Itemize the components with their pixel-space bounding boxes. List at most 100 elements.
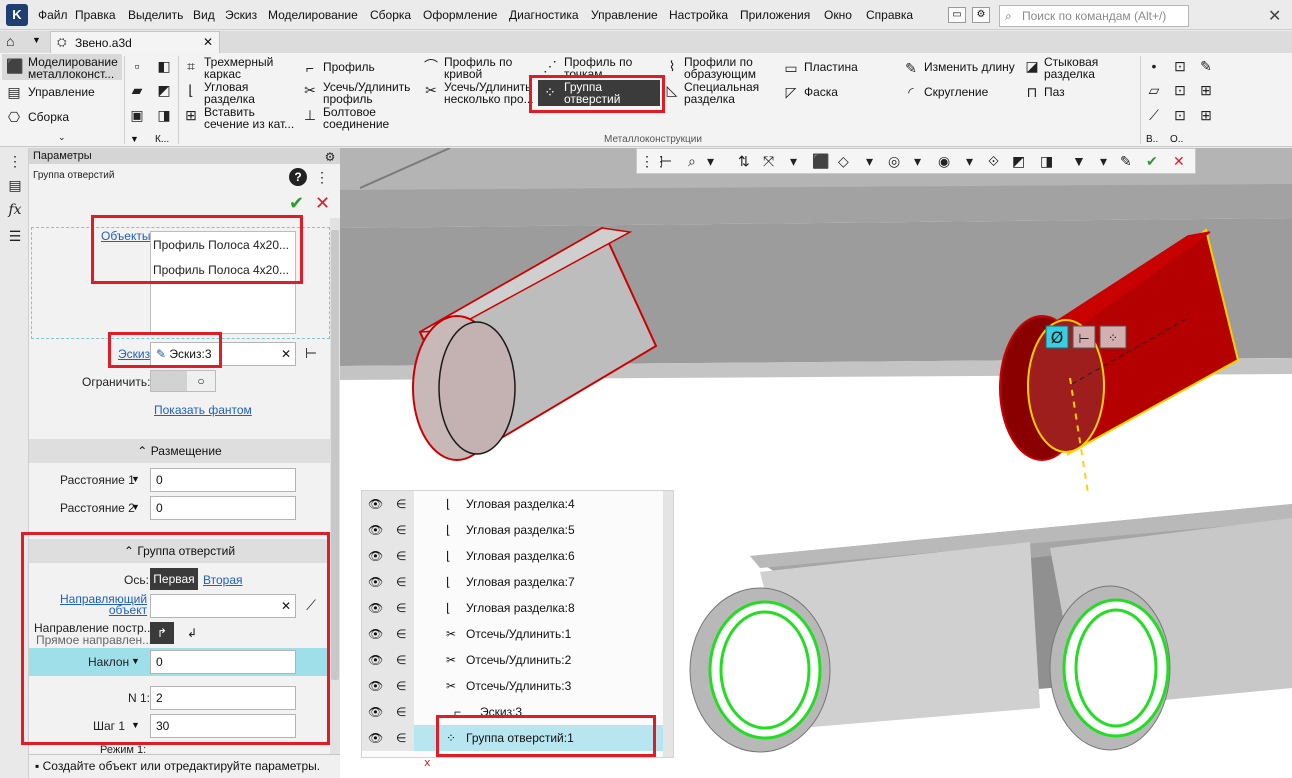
btn-trim-extend-multiple[interactable]: Усечь/Удлинить несколько про... [444, 81, 534, 105]
placement-section-header[interactable]: ⌃ Размещение [29, 439, 330, 463]
close-window-icon[interactable]: ✕ [1268, 6, 1281, 26]
tree-item[interactable]: 👁 ∈ ⌊ Угловая разделка:5 [362, 517, 663, 543]
layers-icon[interactable]: ☰ [7, 228, 23, 244]
view-icon-1[interactable]: ⊡ [1172, 58, 1188, 74]
visibility-eye-icon[interactable]: 👁 [368, 699, 383, 725]
kompas-logo-icon[interactable]: K [6, 4, 28, 26]
hide-dropdown-icon[interactable]: ▾ [914, 151, 921, 171]
menu-item[interactable]: Оформление [423, 8, 497, 22]
open-folder-icon[interactable]: ▰ [129, 82, 145, 98]
relation-icon[interactable]: ∈ [396, 699, 406, 725]
menu-item[interactable]: Выделить [128, 8, 183, 22]
show-icon[interactable]: ◉ [938, 151, 950, 171]
tree-scrollbar[interactable] [663, 491, 673, 757]
relation-icon[interactable]: ∈ [396, 647, 406, 673]
window-settings-icon[interactable]: ⚙ [972, 7, 990, 23]
panel-settings-gear-icon[interactable]: ⚙ [322, 149, 338, 165]
move-view-icon[interactable]: ⇅ [738, 151, 750, 171]
window-restore-icon[interactable]: ▭ [948, 7, 966, 23]
tree-item[interactable]: 👁 ∈ ✂ Отсечь/Удлинить:2 [362, 647, 663, 673]
show-dropdown-icon[interactable]: ▾ [966, 151, 973, 171]
mode-metal-structures[interactable]: Моделирование металлоконст... [28, 56, 118, 80]
variables-fx-icon[interactable]: fx [7, 202, 23, 218]
edit-icon-2[interactable]: ⊞ [1198, 82, 1214, 98]
tree-item[interactable]: 👁 ∈ ⌊ Угловая разделка:4 [362, 491, 663, 517]
shaded-view-icon[interactable]: ⬛ [812, 151, 829, 171]
axis-icon[interactable]: ⟋ [1146, 107, 1162, 123]
coordinate-system-icon[interactable]: ⊢ [660, 151, 672, 171]
visibility-eye-icon[interactable]: 👁 [368, 517, 383, 543]
edit-icon-3[interactable]: ⊞ [1198, 107, 1214, 123]
wireframe-icon[interactable]: ◇ [838, 151, 849, 171]
menu-item[interactable]: Приложения [740, 8, 810, 22]
relation-icon[interactable]: ∈ [396, 595, 406, 621]
btn-profile[interactable]: Профиль [323, 61, 375, 73]
file-group-chevron-icon[interactable]: ▼ [130, 134, 139, 144]
tree-view-icon[interactable]: ⋮ [314, 169, 330, 185]
relation-icon[interactable]: ∈ [396, 569, 406, 595]
document-tab[interactable]: ⛭ Звено.a3d ✕ [50, 31, 220, 53]
menu-item[interactable]: Диагностика [509, 8, 579, 22]
zoom-icon[interactable]: ⌕ [688, 151, 696, 171]
tree-panel-icon[interactable]: ⋮ [7, 153, 23, 169]
parameters-panel-icon[interactable]: ▤ [7, 177, 23, 193]
settings-sketch-icon[interactable]: ◩ [156, 82, 172, 98]
save-icon[interactable]: ▣ [129, 107, 145, 123]
relation-icon[interactable]: ∈ [396, 543, 406, 569]
distance1-dropdown-icon[interactable]: ▼ [131, 474, 140, 484]
relation-icon[interactable]: ∈ [396, 673, 406, 699]
properties-icon[interactable]: ◨ [1040, 151, 1053, 171]
display-dropdown-icon[interactable]: ▾ [866, 151, 873, 171]
apply-checkmark-icon[interactable]: ✔ [289, 193, 304, 214]
distance2-input[interactable]: 0 [150, 496, 296, 520]
plane-icon[interactable]: ▱ [1146, 82, 1162, 98]
tree-item[interactable]: 👁 ∈ ⌊ Угловая разделка:7 [362, 569, 663, 595]
visibility-eye-icon[interactable]: 👁 [368, 673, 383, 699]
visibility-eye-icon[interactable]: 👁 [368, 543, 383, 569]
visibility-eye-icon[interactable]: 👁 [368, 647, 383, 673]
btn-insert-section[interactable]: Вставить сечение из кат... [204, 106, 294, 130]
btn-bolt-joint[interactable]: Болтовое соединение [323, 106, 389, 130]
visibility-eye-icon[interactable]: 👁 [368, 621, 383, 647]
tab-menu-chevron-icon[interactable]: ▼ [32, 35, 41, 45]
apply-check-icon[interactable]: ✔ [1146, 151, 1158, 171]
btn-butt-cut[interactable]: Стыковая разделка [1044, 56, 1098, 80]
cancel-x-icon[interactable]: ✕ [315, 193, 330, 214]
mode-assembly[interactable]: Сборка [28, 111, 69, 123]
btn-special-cut[interactable]: Специальная разделка [684, 81, 759, 105]
distance2-dropdown-icon[interactable]: ▼ [131, 502, 140, 512]
visibility-eye-icon[interactable]: 👁 [368, 595, 383, 621]
tree-item[interactable]: 👁 ∈ ⌊ Угловая разделка:6 [362, 543, 663, 569]
btn-chamfer[interactable]: Фаска [804, 86, 838, 98]
command-search-input[interactable]: ⌕ Поиск по командам (Alt+/) [999, 5, 1189, 27]
btn-change-length[interactable]: Изменить длину [924, 61, 1015, 73]
tree-item[interactable]: 👁 ∈ ⌊ Угловая разделка:8 [362, 595, 663, 621]
menu-item[interactable]: Управление [591, 8, 658, 22]
menu-item[interactable]: Эскиз [225, 8, 257, 22]
select-sketch-icon[interactable]: ⊢ [303, 345, 319, 361]
menu-item[interactable]: Моделирование [268, 8, 358, 22]
point-icon[interactable]: • [1146, 58, 1162, 74]
zoom-dropdown-icon[interactable]: ▾ [707, 151, 714, 171]
btn-profiles-by-generatrix[interactable]: Профили по образующим [684, 56, 756, 80]
orientation-dropdown-icon[interactable]: ▾ [790, 151, 797, 171]
sketch-icon[interactable]: ◧ [156, 58, 172, 74]
filter-icon[interactable]: ▼ [1072, 151, 1086, 171]
clear-sketch-icon[interactable]: ✕ [281, 343, 291, 365]
btn-3d-frame[interactable]: Трехмерный каркас [204, 56, 273, 80]
menu-item[interactable]: Окно [824, 8, 852, 22]
btn-plate[interactable]: Пластина [804, 61, 858, 73]
sketch-mode-icon[interactable]: ◨ [156, 107, 172, 123]
show-phantom-link[interactable]: Показать фантом [154, 403, 252, 417]
view-icon-2[interactable]: ⊡ [1172, 82, 1188, 98]
mode-management[interactable]: Управление [28, 86, 95, 98]
relation-icon[interactable]: ∈ [396, 517, 406, 543]
btn-fillet[interactable]: Скругление [924, 86, 988, 98]
help-icon[interactable]: ? [289, 168, 307, 186]
home-icon[interactable]: ⌂ [6, 33, 14, 49]
visibility-eye-icon[interactable]: 👁 [368, 491, 383, 517]
relation-icon[interactable]: ∈ [396, 725, 406, 751]
menu-item[interactable]: Настройка [669, 8, 728, 22]
menu-item[interactable]: Справка [866, 8, 913, 22]
tree-item[interactable]: 👁 ∈ ✂ Отсечь/Удлинить:1 [362, 621, 663, 647]
